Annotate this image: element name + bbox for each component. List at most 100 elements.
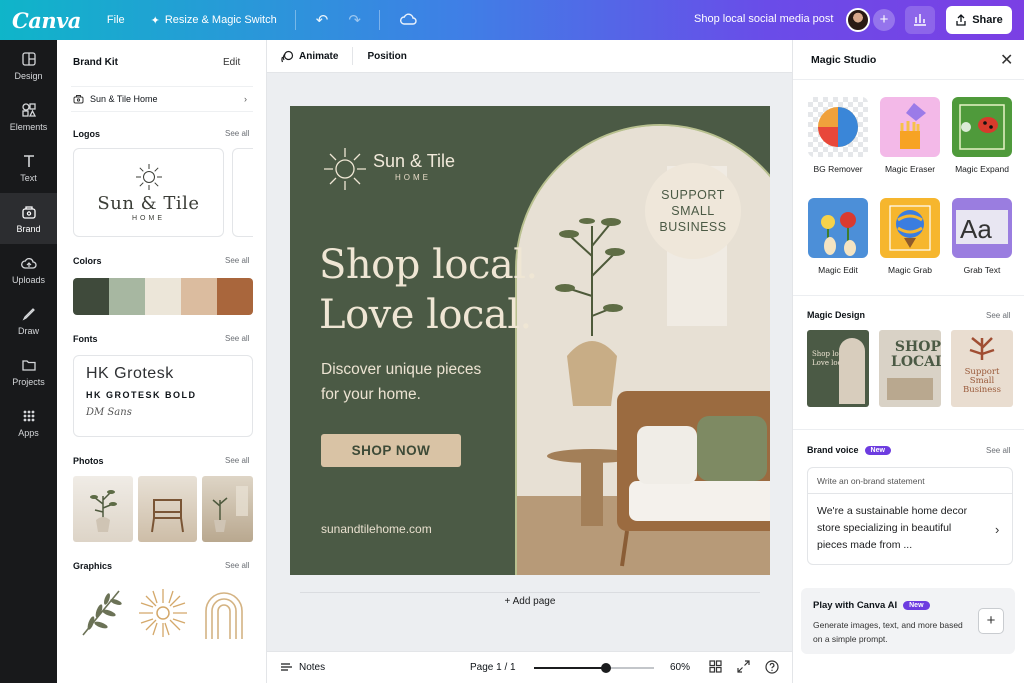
file-menu[interactable]: File [107,14,125,26]
fullscreen-icon[interactable] [737,660,750,676]
position-button[interactable]: Position [353,40,420,73]
close-icon[interactable]: ✕ [1000,50,1013,70]
photo-thumb-vase[interactable] [73,476,133,542]
badge-line: SMALL [671,204,715,218]
rail-label: Elements [9,121,48,132]
design-logo-name[interactable]: Sun & Tile [373,151,455,172]
fonts-card[interactable]: HK Grotesk HK GROTESK BOLD DM Sans [73,355,253,437]
rail-item-uploads[interactable]: Uploads [0,244,57,295]
tool-magic-edit[interactable]: Magic Edit [807,198,869,275]
photo-thumb-plant[interactable] [202,476,253,542]
rail-item-elements[interactable]: Elements [0,91,57,142]
logos-see-all[interactable]: See all [225,129,249,138]
resize-label: Resize & Magic Switch [164,14,277,26]
undo-icon[interactable]: ↶ [316,11,329,29]
tool-magic-eraser[interactable]: Magic Eraser [879,97,941,174]
rail-item-text[interactable]: Text [0,142,57,193]
left-rail: Design Elements Text Brand Uploads Draw … [0,40,57,683]
share-button[interactable]: Share [946,6,1012,34]
analytics-button[interactable] [905,6,935,34]
color-swatch[interactable] [181,278,217,315]
resize-magic-switch-button[interactable]: ✦ Resize & Magic Switch [151,14,277,27]
canva-ai-card[interactable]: Play with Canva AI New Generate images, … [801,588,1015,654]
brand-logo-card[interactable] [232,148,253,237]
chevron-right-icon[interactable]: › [995,522,999,537]
page-indicator[interactable]: Page 1 / 1 [470,662,516,673]
divider [300,592,760,593]
edit-link[interactable]: Edit [223,57,240,68]
design-logo-sub[interactable]: HOME [395,173,431,182]
zoom-slider[interactable] [534,663,654,673]
redo-icon[interactable]: ↷ [348,11,361,29]
top-bar: Canva File ✦ Resize & Magic Switch ↶ ↷ [0,0,1024,40]
graphic-leaf[interactable] [73,585,129,641]
thumb-text: LOCAL [891,354,941,370]
brand-logo-card[interactable]: Sun & Tile HOME [73,148,224,237]
projects-icon [21,359,36,371]
tool-label: Grab Text [963,265,1001,275]
tool-label: BG Remover [813,164,863,174]
help-icon[interactable] [765,660,779,677]
fonts-see-all[interactable]: See all [225,334,249,343]
magic-edit-thumb [808,198,868,258]
rail-item-projects[interactable]: Projects [0,346,57,397]
brand-voice-label: Brand voice [807,445,859,455]
divider [793,79,1024,80]
document-title[interactable]: Shop local social media post [694,13,833,25]
tool-bg-remover[interactable]: BG Remover [807,97,869,174]
brand-voice-see-all[interactable]: See all [986,446,1010,455]
color-swatch[interactable] [109,278,145,315]
add-page-button[interactable]: + Add page [300,596,760,607]
magic-design-thumb[interactable]: SHOP LOCAL [879,330,941,407]
support-badge[interactable]: SUPPORT SMALL BUSINESS [645,163,741,259]
graphics-see-all[interactable]: See all [225,561,249,570]
zoom-slider-handle[interactable] [601,663,611,673]
add-collaborator-button[interactable]: + [873,9,895,31]
rail-item-draw[interactable]: Draw [0,295,57,346]
rail-label: Apps [18,427,39,438]
zoom-level[interactable]: 60% [670,662,690,673]
cloud-save-icon[interactable] [399,12,417,29]
canva-ai-add-button[interactable]: + [978,608,1004,634]
badge-line: SUPPORT [661,188,725,202]
rail-item-apps[interactable]: Apps [0,397,57,448]
notes-button[interactable]: Notes [280,662,325,673]
brand-voice-prompt[interactable]: Write an on-brand statement [808,468,1012,494]
photos-heading: Photos [73,456,104,466]
shop-now-button[interactable]: SHOP NOW [321,434,461,467]
design-headline[interactable]: Shop local. Love local. [319,240,538,340]
graphic-sunburst[interactable] [135,585,191,641]
avatar[interactable] [846,8,870,32]
font-subheading-sample: HK GROTESK BOLD [86,390,197,400]
magic-studio-title: Magic Studio [811,54,877,66]
design-url[interactable]: sunandtilehome.com [321,522,432,536]
photos-see-all[interactable]: See all [225,456,249,465]
magic-design-see-all[interactable]: See all [986,311,1010,320]
tool-label: Magic Grab [888,265,932,275]
magic-design-thumb[interactable]: Shop local. Love local. [807,330,869,407]
grab-text-thumb: Aa [952,198,1012,258]
brand-kit-selector[interactable]: Sun & Tile Home › [71,86,253,112]
tool-grab-text[interactable]: Aa Grab Text [951,198,1013,275]
grid-view-icon[interactable] [709,660,722,676]
animate-button[interactable]: Animate [267,40,352,73]
rail-item-brand[interactable]: Brand [0,193,57,244]
graphic-arch[interactable] [196,585,252,641]
design-page[interactable]: Sun & Tile HOME Shop local. Love local. … [290,106,770,575]
magic-eraser-thumb [880,97,940,157]
colors-see-all[interactable]: See all [225,256,249,265]
new-badge: New [864,445,891,455]
color-swatch[interactable] [217,278,253,315]
divider [378,10,380,30]
design-body-text[interactable]: Discover unique pieces for your home. [321,357,481,407]
brand-voice-card[interactable]: Write an on-brand statement We're a sust… [807,467,1013,565]
color-swatch[interactable] [145,278,181,315]
color-swatch[interactable] [73,278,109,315]
magic-design-thumb[interactable]: Support Small Business [951,330,1013,407]
photo-thumb-chair[interactable] [138,476,197,542]
tool-magic-expand[interactable]: Magic Expand [951,97,1013,174]
rail-item-design[interactable]: Design [0,40,57,91]
brand-voice-heading: Brand voice New [807,445,891,455]
canva-logo[interactable]: Canva [12,8,81,33]
tool-magic-grab[interactable]: Magic Grab [879,198,941,275]
